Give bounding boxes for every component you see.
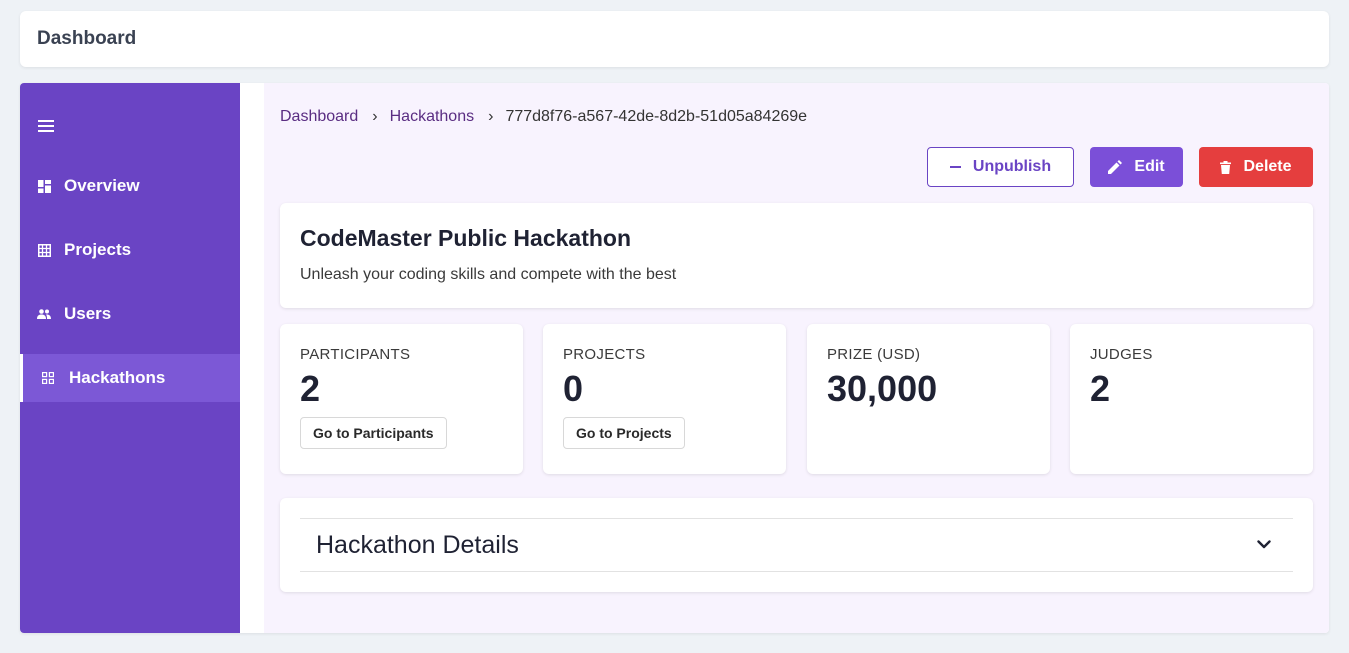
breadcrumb: Dashboard › Hackathons › 777d8f76-a567-4… (280, 108, 807, 126)
top-bar: Dashboard (20, 11, 1329, 67)
breadcrumb-link-dashboard[interactable]: Dashboard (280, 108, 358, 126)
edit-button[interactable]: Edit (1090, 147, 1183, 187)
edit-button-label: Edit (1134, 158, 1165, 175)
sidebar-item-label: Overview (64, 176, 140, 195)
hackathon-header-card: CodeMaster Public Hackathon Unleash your… (280, 203, 1313, 308)
sidebar-item-users[interactable]: Users (20, 290, 240, 338)
stat-value: 30,000 (827, 368, 938, 409)
trash-icon (1220, 160, 1232, 174)
stat-card-projects: PROJECTS 0 Go to Projects (543, 324, 786, 474)
stat-value: 2 (1090, 368, 1111, 409)
delete-button-label: Delete (1243, 158, 1292, 175)
sidebar-item-overview[interactable]: Overview (20, 162, 240, 210)
top-bar-title: Dashboard (37, 28, 137, 49)
dashboard-icon (37, 179, 51, 193)
stat-label: PRIZE (USD) (827, 346, 921, 363)
stat-value: 2 (300, 368, 321, 409)
breadcrumb-link-hackathons[interactable]: Hackathons (390, 108, 475, 126)
app-shell: Overview Projects Users Hackathons Dashb… (20, 83, 1329, 633)
action-bar: Unpublish Edit Delete (927, 147, 1313, 187)
stat-card-judges: JUDGES 2 (1070, 324, 1313, 474)
chevron-down-icon (1257, 536, 1271, 554)
sidebar-item-label: Hackathons (69, 368, 166, 387)
sidebar: Overview Projects Users Hackathons (20, 83, 240, 633)
go-to-participants-button[interactable]: Go to Participants (300, 417, 447, 449)
hackathon-details-title: Hackathon Details (316, 530, 519, 559)
hamburger-menu-icon[interactable] (38, 120, 54, 132)
stat-label: JUDGES (1090, 346, 1153, 363)
stat-card-participants: PARTICIPANTS 2 Go to Participants (280, 324, 523, 474)
sidebar-item-label: Projects (64, 240, 132, 259)
sidebar-item-projects[interactable]: Projects (20, 226, 240, 274)
stat-value: 0 (563, 368, 584, 409)
go-to-projects-button[interactable]: Go to Projects (563, 417, 685, 449)
pencil-icon (1108, 160, 1123, 174)
unpublish-button[interactable]: Unpublish (927, 147, 1074, 187)
main-content: Dashboard › Hackathons › 777d8f76-a567-4… (264, 83, 1329, 633)
grid-table-icon (37, 243, 51, 257)
sidebar-item-label: Users (64, 304, 112, 323)
apps-grid-icon (41, 371, 55, 385)
chevron-right-icon: › (488, 108, 494, 125)
hackathon-subtitle: Unleash your coding skills and compete w… (300, 266, 677, 283)
hackathon-details-card: Hackathon Details (280, 498, 1313, 592)
stat-card-prize: PRIZE (USD) 30,000 (807, 324, 1050, 474)
minus-icon (949, 166, 961, 168)
breadcrumb-current: 777d8f76-a567-42de-8d2b-51d05a84269e (505, 108, 808, 125)
users-icon (37, 307, 51, 321)
stat-label: PARTICIPANTS (300, 346, 411, 363)
sidebar-item-hackathons[interactable]: Hackathons (20, 354, 240, 402)
hackathon-details-accordion[interactable]: Hackathon Details (300, 518, 1293, 572)
delete-button[interactable]: Delete (1199, 147, 1313, 187)
hackathon-title: CodeMaster Public Hackathon (300, 225, 632, 251)
chevron-right-icon: › (372, 108, 378, 125)
stat-label: PROJECTS (563, 346, 646, 363)
unpublish-button-label: Unpublish (972, 158, 1052, 175)
